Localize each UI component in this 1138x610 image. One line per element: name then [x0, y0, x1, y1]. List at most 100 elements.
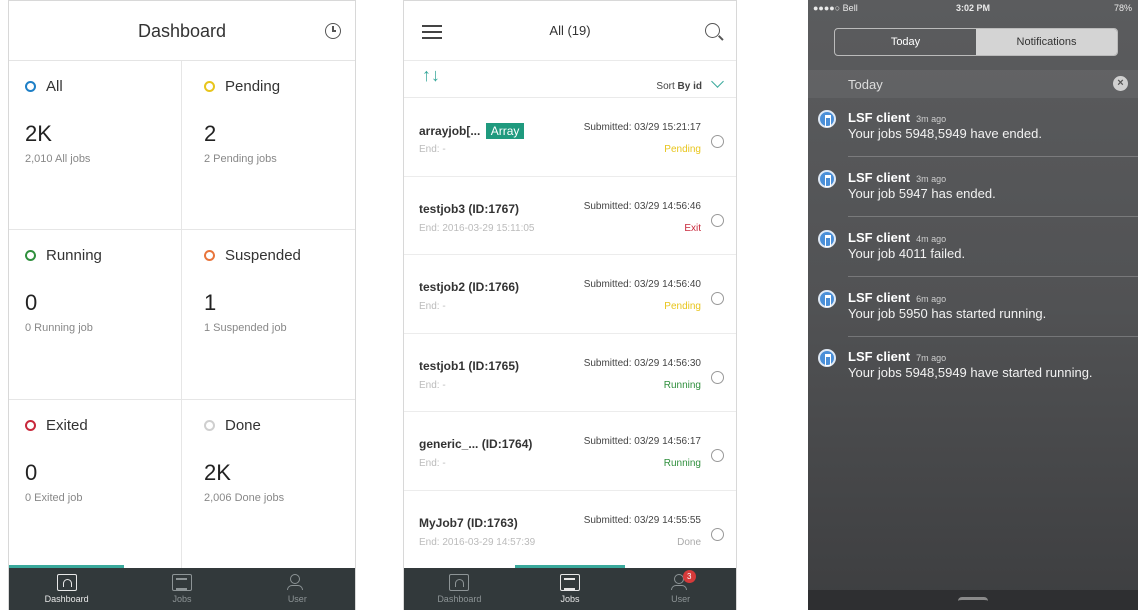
- job-status: Exit: [684, 222, 701, 234]
- tab-user[interactable]: 3 User: [625, 568, 736, 610]
- tab-jobs[interactable]: Jobs: [514, 565, 626, 610]
- summary-detail: 2 Pending jobs: [204, 153, 277, 165]
- dashboard-icon: [449, 574, 470, 591]
- app-name: LSF client: [848, 170, 911, 185]
- time-ago: 3m ago: [916, 174, 947, 184]
- tab-jobs[interactable]: Jobs: [124, 568, 239, 610]
- dashboard-header: Dashboard: [9, 1, 355, 61]
- app-name: LSF client: [848, 349, 911, 364]
- sort-prefix: Sort: [656, 81, 675, 92]
- tab-dashboard[interactable]: Dashboard: [9, 565, 125, 610]
- summary-count: 0: [25, 290, 38, 316]
- page-title: Dashboard: [137, 21, 227, 41]
- chevron-down-icon[interactable]: [711, 75, 724, 88]
- summary-label: Exited: [46, 416, 88, 434]
- select-radio[interactable]: [711, 449, 724, 462]
- summary-label: All: [46, 78, 63, 95]
- summary-cell-done[interactable]: Done 2K 2,006 Done jobs: [182, 400, 355, 569]
- user-icon: 3: [670, 570, 696, 591]
- job-row[interactable]: testjob1 (ID:1765) End: - Submitted: 03/…: [404, 334, 736, 412]
- grabber-handle[interactable]: [958, 597, 988, 602]
- job-end: End: 2016-03-29 14:57:39: [419, 536, 536, 548]
- job-row[interactable]: testjob3 (ID:1767) End: 2016-03-29 15:11…: [404, 177, 736, 255]
- tab-label: Dashboard: [437, 594, 482, 604]
- summary-detail: 0 Exited job: [25, 491, 83, 504]
- clock-icon[interactable]: [325, 23, 341, 39]
- status-dot-icon: [25, 81, 36, 92]
- app-name: LSF client: [848, 110, 911, 125]
- status-dot-icon: [204, 250, 215, 262]
- segment-today[interactable]: Today: [835, 29, 976, 55]
- job-name: generic_... (ID:1764): [419, 437, 533, 451]
- select-radio[interactable]: [711, 135, 724, 148]
- job-status: Pending: [664, 301, 701, 312]
- summary-label: Done: [225, 416, 261, 434]
- job-name: MyJob7 (ID:1763): [419, 515, 518, 530]
- time-ago: 7m ago: [916, 353, 947, 363]
- select-radio[interactable]: [711, 527, 724, 541]
- job-name: testjob2 (ID:1766): [419, 280, 520, 294]
- summary-count: 2K: [204, 459, 231, 485]
- job-row[interactable]: arrayjob[... Array End: - Submitted: 03/…: [404, 98, 736, 177]
- sort-arrows-icon[interactable]: ↑↓: [422, 65, 440, 86]
- summary-cell-suspended[interactable]: Suspended 1 1 Suspended job: [182, 230, 355, 400]
- sort-bar: ↑↓ Sort By id: [404, 61, 736, 98]
- sort-selector[interactable]: Sort By id: [656, 81, 702, 92]
- job-status: Pending: [664, 144, 701, 155]
- time-ago: 3m ago: [916, 114, 947, 124]
- jobs-header: All (19): [404, 1, 736, 61]
- summary-cell-pending[interactable]: Pending 2 2 Pending jobs: [182, 61, 355, 231]
- notification-message: Your job 5950 has started running.: [848, 306, 1047, 321]
- job-end: End: -: [419, 458, 446, 469]
- summary-cell-all[interactable]: All 2K 2,010 All jobs: [9, 61, 182, 231]
- tab-user[interactable]: User: [240, 568, 355, 610]
- summary-label: Running: [46, 247, 102, 265]
- menu-icon[interactable]: [422, 25, 442, 39]
- status-dot-icon: [204, 419, 215, 431]
- dashboard-icon: [56, 574, 77, 591]
- summary-cell-exited[interactable]: Exited 0 0 Exited job: [9, 399, 182, 569]
- divider: [848, 216, 1138, 217]
- summary-count: 0: [25, 459, 38, 485]
- page-title: All (19): [549, 23, 591, 38]
- dashboard-screen: Dashboard All 2K 2,010 All jobs Pending …: [8, 0, 356, 610]
- summary-label: Suspended: [225, 247, 301, 265]
- job-submitted: Submitted: 03/29 14:55:55: [583, 514, 701, 526]
- app-name: LSF client: [848, 290, 911, 305]
- select-radio[interactable]: [711, 292, 724, 305]
- segment-notifications[interactable]: Notifications: [976, 29, 1117, 55]
- tab-label: User: [671, 594, 691, 604]
- tab-dashboard[interactable]: Dashboard: [404, 568, 515, 610]
- job-status: Running: [663, 458, 701, 469]
- time-ago: 4m ago: [916, 234, 947, 244]
- bottom-tab-bar: Dashboard Jobs User: [9, 565, 355, 610]
- summary-detail: 2,006 Done jobs: [204, 491, 285, 504]
- search-icon[interactable]: [705, 23, 720, 38]
- lsf-app-icon: [818, 349, 836, 367]
- section-header: Today ×: [808, 70, 1138, 98]
- job-row[interactable]: generic_... (ID:1764) End: - Submitted: …: [404, 412, 736, 491]
- section-title: Today: [848, 77, 883, 92]
- job-end: End: 2016-03-29 15:11:05: [419, 222, 535, 234]
- user-icon: [287, 574, 307, 591]
- job-name: testjob1 (ID:1765): [419, 358, 520, 373]
- job-end: End: -: [419, 301, 446, 312]
- summary-cell-running[interactable]: Running 0 0 Running job: [9, 230, 182, 400]
- status-dot-icon: [25, 250, 36, 262]
- select-radio[interactable]: [711, 213, 724, 227]
- tab-label: Jobs: [172, 594, 192, 604]
- job-submitted: Submitted: 03/29 15:21:17: [583, 122, 701, 133]
- notification-center-screen: ●●●●○ Bell 3:02 PM 78% Today Notificatio…: [808, 0, 1138, 610]
- clear-close-icon[interactable]: ×: [1113, 76, 1128, 91]
- select-radio[interactable]: [711, 370, 724, 384]
- status-bar: ●●●●○ Bell 3:02 PM 78%: [808, 0, 1138, 18]
- tab-label: Jobs: [560, 594, 580, 604]
- summary-detail: 0 Running job: [25, 322, 93, 335]
- job-row[interactable]: testjob2 (ID:1766) End: - Submitted: 03/…: [404, 255, 736, 334]
- status-time: 3:02 PM: [955, 3, 990, 13]
- tab-label: User: [287, 594, 307, 604]
- tab-label: Dashboard: [44, 594, 89, 604]
- jobs-icon: [171, 574, 192, 591]
- job-row[interactable]: MyJob7 (ID:1763) End: 2016-03-29 14:57:3…: [404, 491, 736, 569]
- battery-level: 78%: [1113, 3, 1132, 13]
